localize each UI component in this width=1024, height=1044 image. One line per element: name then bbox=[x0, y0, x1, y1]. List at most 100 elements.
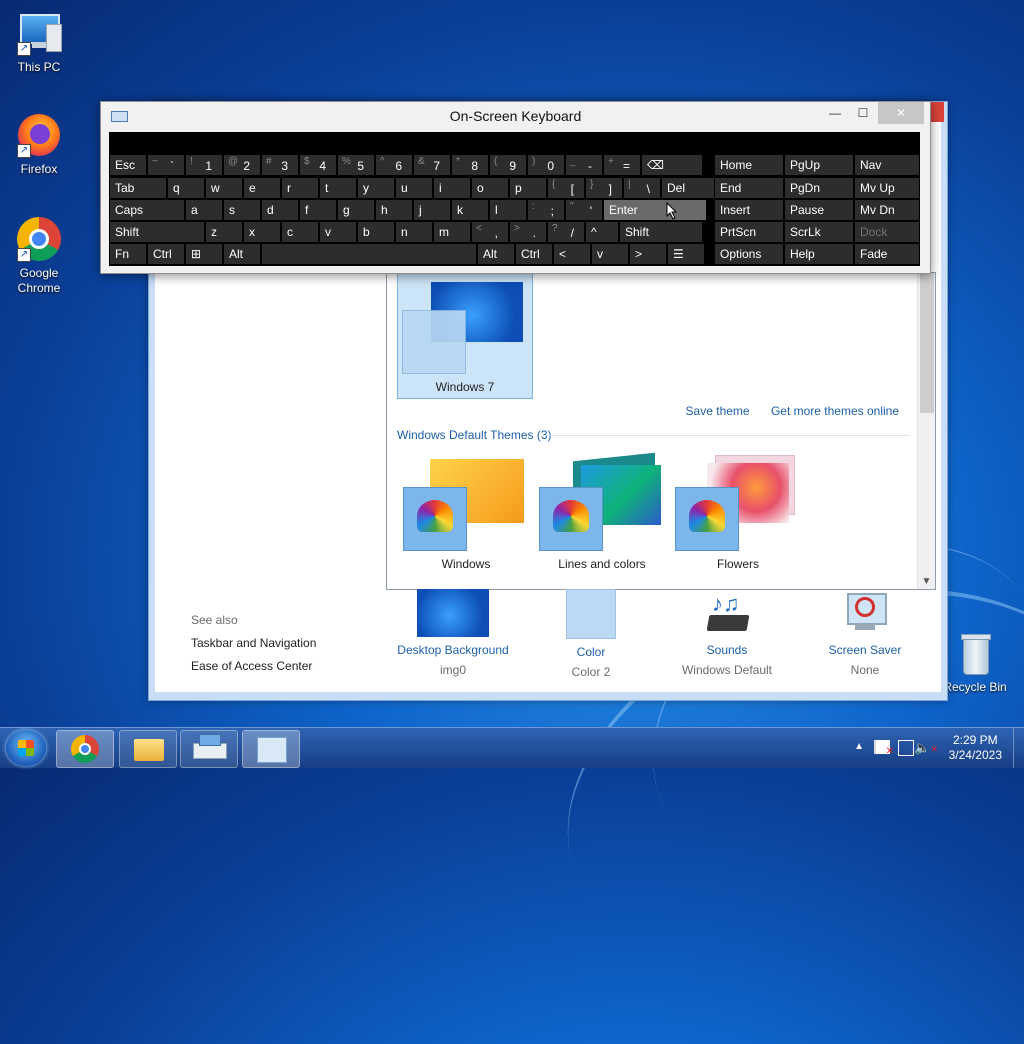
key-top-letter-row-11[interactable]: {[ bbox=[547, 177, 585, 199]
key-bottom-letter-row-1[interactable]: z bbox=[205, 221, 243, 243]
key-number-row-9[interactable]: * 8 bbox=[451, 154, 489, 176]
nav-key-nav[interactable]: Nav bbox=[854, 154, 920, 176]
key-number-row-11[interactable]: ) 0 bbox=[527, 154, 565, 176]
key-number-row-7[interactable]: ^ 6 bbox=[375, 154, 413, 176]
key-bottom-letter-row-6[interactable]: n bbox=[395, 221, 433, 243]
desktop-icon-chrome[interactable]: ↗ Google Chrome bbox=[1, 216, 77, 296]
nav-key-prtscn[interactable]: PrtScn bbox=[714, 221, 784, 243]
key-number-row-3[interactable]: @2 bbox=[223, 154, 261, 176]
nav-key-pause[interactable]: Pause bbox=[784, 199, 854, 221]
color-item[interactable]: Color Color 2 bbox=[531, 589, 651, 679]
desktop-icon-this-pc[interactable]: ↗ This PC bbox=[1, 10, 77, 75]
theme-lines-and-colors[interactable]: Lines and colors bbox=[537, 452, 667, 589]
key-top-letter-row-2[interactable]: w bbox=[205, 177, 243, 199]
see-also-taskbar-link[interactable]: Taskbar and Navigation bbox=[191, 636, 316, 650]
key-home-row-2[interactable]: s bbox=[223, 199, 261, 221]
nav-key-scrlk[interactable]: ScrLk bbox=[784, 221, 854, 243]
key-bottom-letter-row-7[interactable]: m bbox=[433, 221, 471, 243]
volume-muted-icon[interactable]: 🔈✕ bbox=[914, 740, 938, 756]
action-center-flag-icon[interactable]: ✕ bbox=[874, 740, 894, 757]
key-number-row-2[interactable]: ! 1 bbox=[185, 154, 223, 176]
theme-windows-7[interactable]: Windows 7 bbox=[397, 273, 533, 399]
key-bottom-letter-row-11[interactable]: ^ bbox=[585, 221, 619, 243]
desktop-icon-firefox[interactable]: ↗ Firefox bbox=[1, 112, 77, 177]
nav-key-home[interactable]: Home bbox=[714, 154, 784, 176]
key-modifier-row-8[interactable]: v bbox=[591, 243, 629, 265]
key-modifier-row-0[interactable]: Fn bbox=[109, 243, 147, 265]
nav-key-pgdn[interactable]: PgDn bbox=[784, 177, 854, 199]
nav-key-end[interactable]: End bbox=[714, 177, 784, 199]
nav-key-mv-dn[interactable]: Mv Dn bbox=[854, 199, 920, 221]
key-number-row-6[interactable]: % 5 bbox=[337, 154, 375, 176]
themes-scrollbar[interactable]: ▼ bbox=[917, 273, 935, 589]
window-close-button[interactable] bbox=[930, 102, 944, 122]
desktop-icon-recycle-bin[interactable]: Recycle Bin bbox=[937, 630, 1013, 695]
key-home-row-6[interactable]: h bbox=[375, 199, 413, 221]
key-bottom-letter-row-10[interactable]: ? / bbox=[547, 221, 585, 243]
network-icon[interactable] bbox=[898, 740, 914, 756]
key-modifier-row-4[interactable] bbox=[261, 243, 477, 265]
key-bottom-letter-row-3[interactable]: c bbox=[281, 221, 319, 243]
key-home-row-11[interactable]: " ' bbox=[565, 199, 603, 221]
taskbar-personalization-button[interactable] bbox=[242, 730, 300, 768]
show-hidden-icons-button[interactable]: ▲ bbox=[854, 741, 864, 752]
get-more-themes-link[interactable]: Get more themes online bbox=[771, 404, 899, 418]
key-bottom-letter-row-12[interactable]: Shift bbox=[619, 221, 703, 243]
nav-key-insert[interactable]: Insert bbox=[714, 199, 784, 221]
nav-key-help[interactable]: Help bbox=[784, 243, 854, 265]
theme-windows[interactable]: Windows bbox=[401, 453, 531, 589]
key-top-letter-row-8[interactable]: i bbox=[433, 177, 471, 199]
key-top-letter-row-14[interactable]: Del bbox=[661, 177, 719, 199]
key-number-row-14[interactable]: ⌫ bbox=[641, 154, 703, 176]
key-top-letter-row-6[interactable]: y bbox=[357, 177, 395, 199]
key-top-letter-row-13[interactable]: | \ bbox=[623, 177, 661, 199]
key-number-row-4[interactable]: #3 bbox=[261, 154, 299, 176]
save-theme-link[interactable]: Save theme bbox=[686, 404, 750, 418]
key-number-row-5[interactable]: $4 bbox=[299, 154, 337, 176]
sounds-item[interactable]: ♪♫ Sounds Windows Default bbox=[667, 589, 787, 677]
key-top-letter-row-5[interactable]: t bbox=[319, 177, 357, 199]
key-bottom-letter-row-8[interactable]: <, bbox=[471, 221, 509, 243]
scroll-down-arrow-icon[interactable]: ▼ bbox=[920, 575, 933, 588]
taskbar-osk-button[interactable] bbox=[180, 730, 238, 768]
desktop-background-item[interactable]: Desktop Background img0 bbox=[393, 589, 513, 677]
key-top-letter-row-1[interactable]: q bbox=[167, 177, 205, 199]
key-number-row-0[interactable]: Esc bbox=[109, 154, 147, 176]
key-modifier-row-7[interactable]: < bbox=[553, 243, 591, 265]
key-number-row-10[interactable]: (9 bbox=[489, 154, 527, 176]
system-clock[interactable]: 2:29 PM 3/24/2023 bbox=[949, 733, 1002, 763]
key-modifier-row-2[interactable]: ⊞ bbox=[185, 243, 223, 265]
see-also-ease-of-access-link[interactable]: Ease of Access Center bbox=[191, 659, 312, 673]
osk-titlebar[interactable]: On-Screen Keyboard — ☐ ✕ bbox=[101, 102, 930, 130]
start-button[interactable] bbox=[6, 730, 46, 766]
key-home-row-3[interactable]: d bbox=[261, 199, 299, 221]
key-modifier-row-3[interactable]: Alt bbox=[223, 243, 261, 265]
key-modifier-row-6[interactable]: Ctrl bbox=[515, 243, 553, 265]
key-number-row-8[interactable]: & 7 bbox=[413, 154, 451, 176]
key-home-row-5[interactable]: g bbox=[337, 199, 375, 221]
key-bottom-letter-row-0[interactable]: Shift bbox=[109, 221, 205, 243]
key-number-row-13[interactable]: + = bbox=[603, 154, 641, 176]
key-home-row-8[interactable]: k bbox=[451, 199, 489, 221]
close-button[interactable]: ✕ bbox=[878, 102, 924, 124]
key-modifier-row-5[interactable]: Alt bbox=[477, 243, 515, 265]
key-home-row-4[interactable]: f bbox=[299, 199, 337, 221]
key-bottom-letter-row-5[interactable]: b bbox=[357, 221, 395, 243]
key-home-row-7[interactable]: j bbox=[413, 199, 451, 221]
taskbar-file-explorer-button[interactable] bbox=[119, 730, 177, 768]
key-modifier-row-10[interactable]: ☰ bbox=[667, 243, 705, 265]
key-home-row-1[interactable]: a bbox=[185, 199, 223, 221]
show-desktop-button[interactable] bbox=[1013, 728, 1024, 768]
key-bottom-letter-row-4[interactable]: v bbox=[319, 221, 357, 243]
key-top-letter-row-3[interactable]: e bbox=[243, 177, 281, 199]
nav-key-dock[interactable]: Dock bbox=[854, 221, 920, 243]
theme-flowers[interactable]: Flowers bbox=[673, 453, 803, 589]
minimize-button[interactable]: — bbox=[820, 102, 850, 124]
nav-key-fade[interactable]: Fade bbox=[854, 243, 920, 265]
key-home-row-12[interactable]: Enter bbox=[603, 199, 707, 221]
nav-key-pgup[interactable]: PgUp bbox=[784, 154, 854, 176]
screen-saver-item[interactable]: Screen Saver None bbox=[805, 589, 925, 677]
maximize-button[interactable]: ☐ bbox=[848, 102, 878, 124]
key-bottom-letter-row-9[interactable]: >. bbox=[509, 221, 547, 243]
key-top-letter-row-7[interactable]: u bbox=[395, 177, 433, 199]
